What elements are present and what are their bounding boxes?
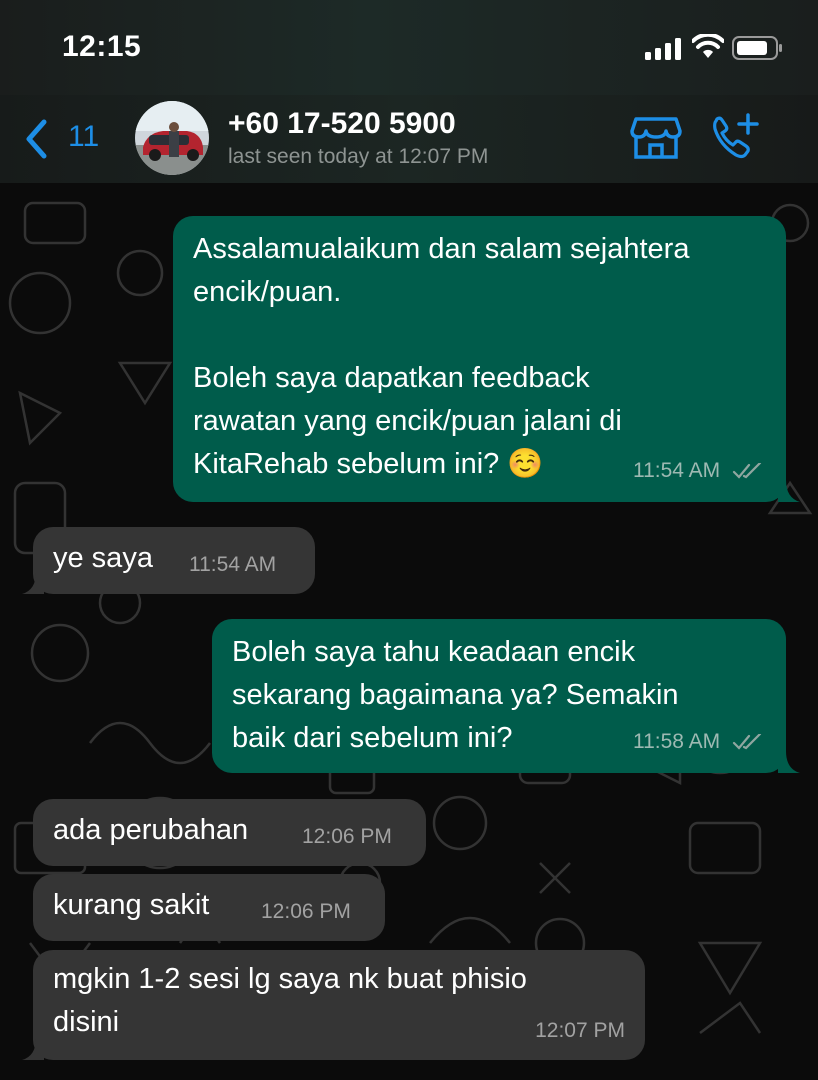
bubble-tail	[22, 572, 44, 594]
bubble-tail	[22, 1038, 44, 1060]
wifi-icon	[692, 34, 724, 58]
message-text: kurang sakit	[53, 889, 210, 921]
battery-icon	[732, 36, 782, 60]
message-bubble-outgoing[interactable]: Boleh saya tahu keadaan encik sekarang b…	[212, 619, 786, 773]
cellular-signal-icon	[645, 38, 681, 60]
chat-header: 11 +60 17-520 5900 last seen today at 12…	[0, 95, 818, 184]
message-time: 11:58 AM	[632, 730, 721, 753]
message-text: ada perubahan	[53, 814, 249, 846]
message-time: 12:06 PM	[261, 900, 351, 923]
unread-count: 11	[68, 120, 100, 153]
contact-name[interactable]: +60 17-520 5900	[228, 107, 456, 141]
message-bubble-incoming[interactable]: ye saya 11:54 AM	[33, 527, 315, 594]
back-button[interactable]: 11	[24, 117, 104, 161]
storefront-icon	[630, 117, 682, 159]
message-bubble-incoming[interactable]: mgkin 1-2 sesi lg saya nk buat phisio di…	[33, 950, 645, 1060]
status-time: 12:15	[62, 30, 142, 63]
double-check-icon	[732, 463, 762, 480]
message-text: Assalamualaikum dan salam sejahtera enci…	[193, 233, 690, 480]
message-time: 12:06 PM	[302, 825, 392, 848]
catalog-button[interactable]	[630, 115, 682, 161]
message-bubble-incoming[interactable]: kurang sakit 12:06 PM	[33, 874, 385, 941]
message-bubble-incoming[interactable]: ada perubahan 12:06 PM	[33, 799, 426, 866]
chevron-left-icon	[26, 119, 47, 159]
message-time: 11:54 AM	[189, 553, 277, 576]
add-call-button[interactable]	[708, 113, 760, 161]
add-call-icon	[713, 113, 759, 159]
avatar[interactable]	[135, 101, 209, 175]
last-seen-status: last seen today at 12:07 PM	[228, 145, 489, 168]
message-time: 11:54 AM	[632, 459, 721, 482]
message-bubble-outgoing[interactable]: Assalamualaikum dan salam sejahtera enci…	[173, 216, 786, 502]
double-check-icon	[732, 734, 762, 751]
bubble-tail	[778, 480, 800, 502]
message-meta: 11:54 AM	[633, 449, 764, 492]
message-meta: 11:58 AM	[633, 720, 764, 763]
status-bar: 12:15	[0, 0, 818, 95]
message-text: ye saya	[53, 542, 153, 574]
message-list[interactable]: Assalamualaikum dan salam sejahtera enci…	[0, 183, 818, 1080]
message-time: 12:07 PM	[535, 1019, 625, 1042]
bubble-tail	[778, 751, 800, 773]
